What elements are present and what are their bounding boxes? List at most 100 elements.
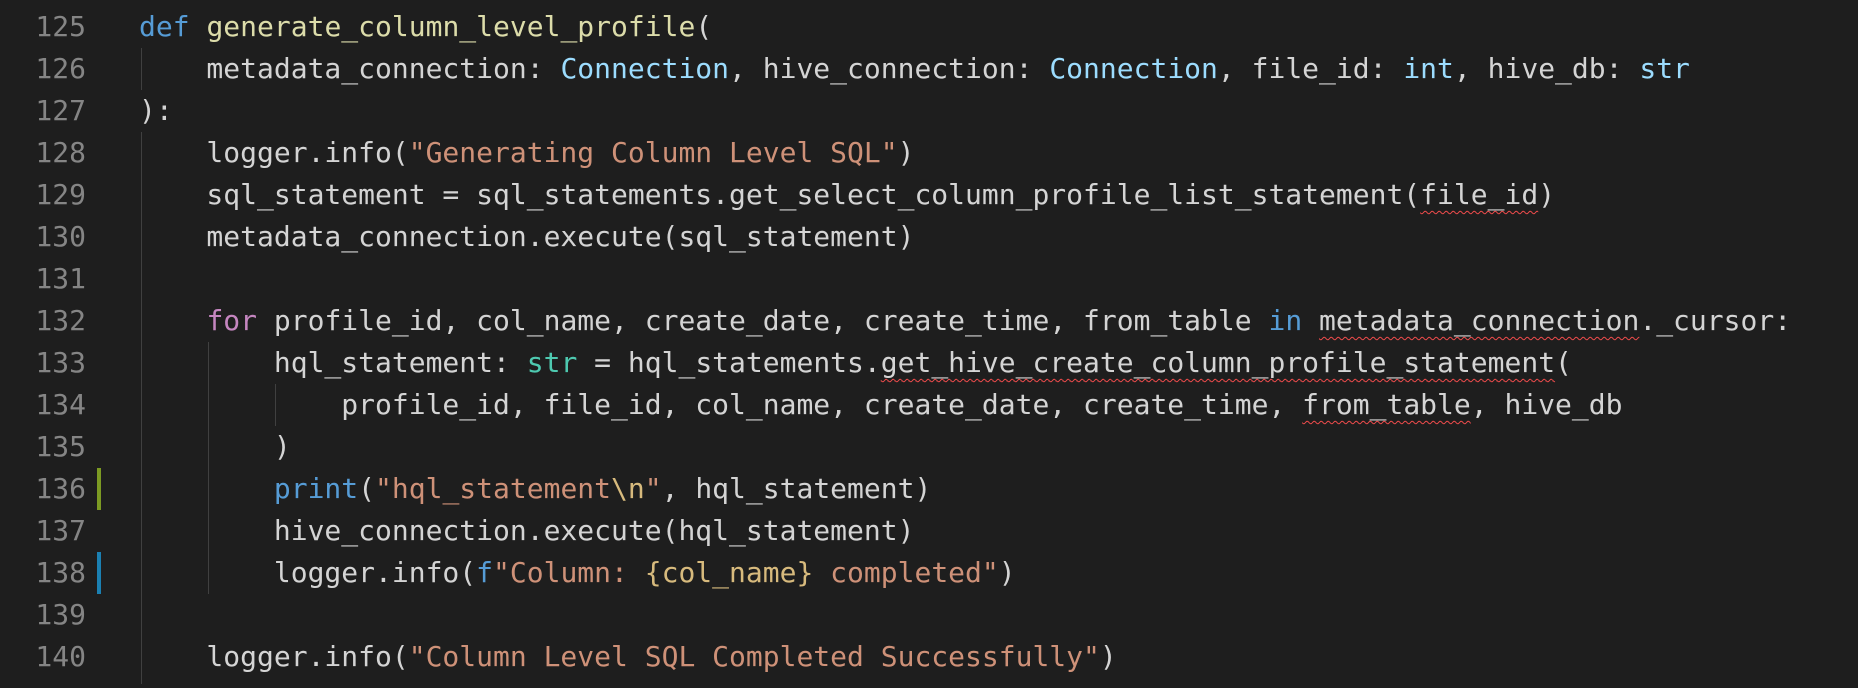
code-line[interactable]: 126 metadata_connection: Connection, hiv… — [0, 48, 1858, 90]
line-number: 132 — [35, 304, 86, 337]
code-line[interactable]: 131 — [0, 258, 1858, 300]
line-number: 134 — [35, 388, 86, 421]
code-token: for — [206, 304, 258, 337]
code-token: profile_id, col_name, create_date, creat… — [257, 304, 1269, 337]
code-line[interactable]: 139 — [0, 594, 1858, 636]
code-token: "Column: — [493, 556, 645, 589]
code-token: ): — [139, 94, 173, 127]
code-token: ) — [1538, 178, 1556, 211]
code-token: hive_connection.execute(hql_statement) — [139, 514, 915, 547]
code-line[interactable]: 137 hive_connection.execute(hql_statemen… — [0, 510, 1858, 552]
code-token: ) — [1099, 640, 1117, 673]
code-line[interactable]: 135 ) — [0, 426, 1858, 468]
code-token: , — [1453, 52, 1471, 85]
code-line[interactable]: 127): — [0, 90, 1858, 132]
code-line[interactable]: 134 profile_id, file_id, col_name, creat… — [0, 384, 1858, 426]
code-token: logger.info( — [139, 640, 409, 673]
code-token: ) — [897, 136, 915, 169]
code-token: logger.info( — [139, 136, 409, 169]
code-line[interactable]: 132 for profile_id, col_name, create_dat… — [0, 300, 1858, 342]
line-number: 130 — [35, 220, 86, 253]
line-number: 125 — [35, 10, 86, 43]
code-token: str — [1639, 52, 1690, 85]
code-text: logger.info("Column Level SQL Completed … — [139, 636, 1117, 678]
code-text: metadata_connection.execute(sql_statemen… — [139, 216, 914, 258]
line-number: 137 — [35, 514, 86, 547]
code-text: print("hql_statement\n", hql_statement) — [139, 468, 931, 510]
code-text: def generate_column_level_profile( — [139, 6, 712, 48]
line-number: 126 — [35, 52, 86, 85]
code-token: Connection — [1049, 52, 1218, 85]
code-text: ) — [139, 426, 291, 468]
code-token: "Generating Column Level SQL" — [408, 136, 898, 169]
code-line[interactable]: 138 logger.info(f"Column: {col_name} com… — [0, 552, 1858, 594]
code-text: profile_id, file_id, col_name, create_da… — [139, 384, 1622, 426]
code-token: Connection — [560, 52, 730, 85]
line-number: 129 — [35, 178, 86, 211]
code-token: {col_name} — [644, 556, 814, 589]
diagnostic-squiggle: file_id — [1420, 178, 1539, 211]
code-line[interactable]: 128 logger.info("Generating Column Level… — [0, 132, 1858, 174]
code-token: , file_id: — [1217, 52, 1404, 85]
code-line[interactable]: 133 hql_statement: str = hql_statements.… — [0, 342, 1858, 384]
code-token: , hive_connection: — [729, 52, 1050, 85]
line-number: 135 — [35, 430, 86, 463]
line-number: 128 — [35, 136, 86, 169]
code-editor[interactable]: 125 def generate_column_level_profile(126… — [0, 0, 1858, 688]
code-token: ._cursor: — [1639, 304, 1792, 337]
line-number: 139 — [35, 598, 86, 631]
code-token: = hql_statements. — [577, 346, 881, 379]
code-token: str — [526, 346, 578, 379]
code-token: metadata_connection: — [139, 52, 561, 85]
diagnostic-squiggle: get_hive_create_column_profile_statement — [880, 346, 1556, 379]
line-number: 136 — [35, 472, 86, 505]
code-line[interactable]: 136 print("hql_statement\n", hql_stateme… — [0, 468, 1858, 510]
code-token: f — [476, 556, 494, 589]
code-line[interactable]: 140 logger.info("Column Level SQL Comple… — [0, 636, 1858, 678]
code-line[interactable]: 125 def generate_column_level_profile( — [0, 6, 1858, 48]
code-line[interactable]: 130 metadata_connection.execute(sql_stat… — [0, 216, 1858, 258]
gutter-modified-marker[interactable] — [97, 468, 101, 510]
code-token: " — [644, 472, 662, 505]
code-text: hive_connection.execute(hql_statement) — [139, 510, 915, 552]
code-text: hql_statement: str = hql_statements.get_… — [139, 342, 1572, 384]
code-token: ( — [695, 10, 713, 43]
line-number: 127 — [35, 94, 86, 127]
code-text: logger.info("Generating Column Level SQL… — [139, 132, 914, 174]
code-text: sql_statement = sql_statements.get_selec… — [139, 174, 1555, 216]
code-token: ) — [998, 556, 1016, 589]
diagnostic-squiggle: from_table — [1302, 388, 1471, 421]
code-token: profile_id, file_id, col_name, create_da… — [139, 388, 1303, 421]
code-line[interactable]: 129 sql_statement = sql_statements.get_s… — [0, 174, 1858, 216]
code-token: in — [1268, 304, 1303, 337]
code-token: def — [139, 10, 190, 43]
code-text: logger.info(f"Column: {col_name} complet… — [139, 552, 1016, 594]
code-text: ): — [139, 90, 173, 132]
code-token: "hql_statement — [375, 472, 612, 505]
line-number: 140 — [35, 640, 86, 673]
code-token: generate_column_level_profile — [206, 10, 696, 43]
code-token: completed" — [813, 556, 999, 589]
gutter-added-marker[interactable] — [97, 552, 101, 594]
code-token: metadata_connection.execute(sql_statemen… — [139, 220, 915, 253]
code-token: print — [273, 472, 359, 505]
code-token: ( — [358, 472, 376, 505]
diagnostic-squiggle: metadata_connection — [1319, 304, 1640, 337]
code-token: "Column Level SQL Completed Successfully… — [408, 640, 1100, 673]
code-token: int — [1403, 52, 1454, 85]
line-number: 133 — [35, 346, 86, 379]
line-number: 131 — [35, 262, 86, 295]
code-token: logger.info( — [139, 556, 477, 589]
code-text: metadata_connection: Connection, hive_co… — [139, 48, 1690, 90]
code-text: for profile_id, col_name, create_date, c… — [139, 300, 1791, 342]
code-token: hql_statement: — [139, 346, 527, 379]
code-token: , hive_db — [1470, 388, 1623, 421]
code-token: ( — [1555, 346, 1572, 379]
code-token: ) — [139, 430, 291, 463]
code-token: sql_statement = sql_statements.get_selec… — [139, 178, 1421, 211]
code-token: , hql_statement) — [661, 472, 932, 505]
